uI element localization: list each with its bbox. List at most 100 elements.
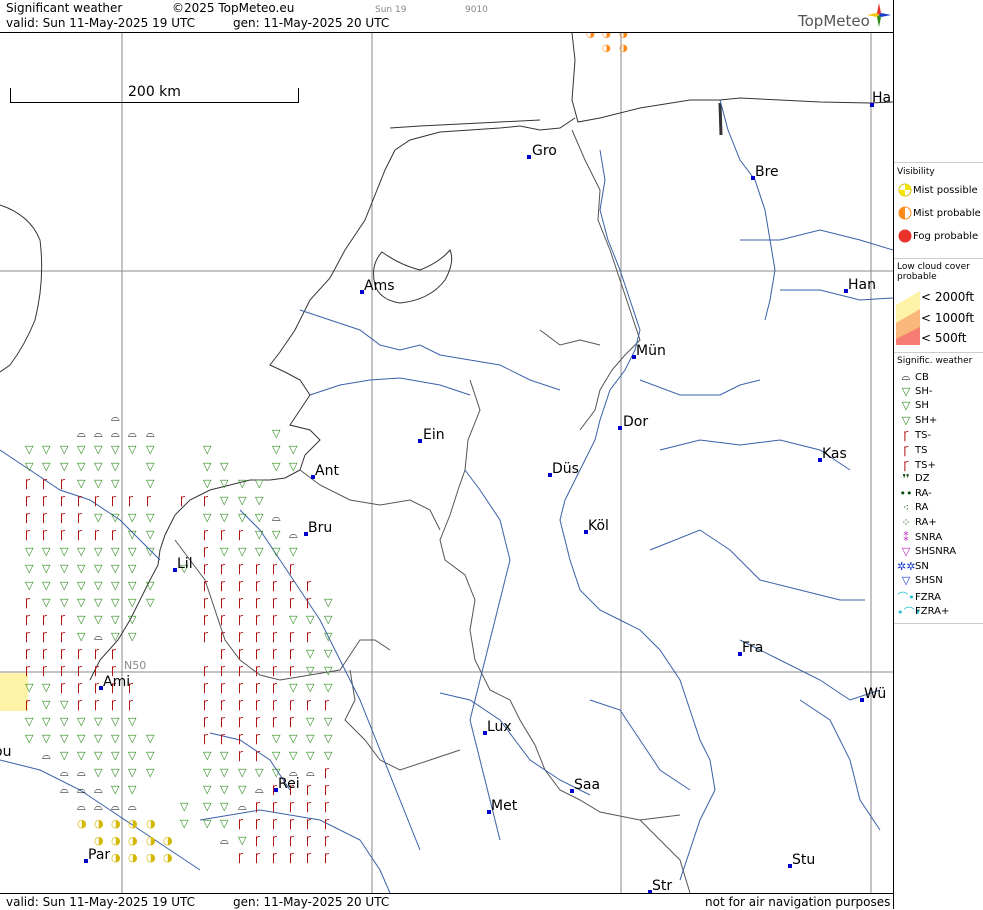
- thunderstorm-icon: Ꞅ: [42, 494, 48, 507]
- thunderstorm-icon: Ꞅ: [60, 681, 66, 694]
- thunderstorm-icon: Ꞅ: [255, 817, 261, 830]
- shower-icon: ▽: [220, 749, 229, 762]
- shower-icon: ▽: [220, 545, 229, 558]
- shower-icon: ▽: [60, 698, 69, 711]
- shower-icon: ▽: [77, 613, 86, 626]
- thunderstorm-icon: Ꞅ: [238, 630, 244, 643]
- legend-ts-: Ꞅ TS+: [897, 458, 936, 473]
- thunderstorm-icon: Ꞅ: [272, 681, 278, 694]
- cb-icon: ⌓: [94, 800, 103, 813]
- legend-mist-probable: Mist probable: [897, 206, 981, 220]
- cb-icon: ⌓: [77, 783, 86, 796]
- shower-icon: ▽: [94, 766, 103, 779]
- shower-icon: ▽: [77, 715, 86, 728]
- thunderstorm-icon: Ꞅ: [255, 596, 261, 609]
- thunderstorm-icon: Ꞅ: [60, 630, 66, 643]
- thunderstorm-icon: Ꞅ: [238, 664, 244, 677]
- thunderstorm-icon: Ꞅ: [255, 834, 261, 847]
- thunderstorm-icon: Ꞅ: [324, 800, 330, 813]
- shower-icon: ▽: [289, 681, 298, 694]
- legend-panel: Visibility Mist possible Mist probable F…: [893, 0, 983, 909]
- shower-icon: ▽: [203, 749, 212, 762]
- graticule: [0, 33, 893, 893]
- low-cloud-title: Low cloud cover probable: [897, 262, 970, 282]
- thunderstorm-icon: Ꞅ: [128, 698, 134, 711]
- map-area[interactable]: 200 km N50 ⌓ ⌓ ⌓ ⌓ ⌓ ⌓ ▽ ▽ ▽ ▽ ▽ ▽ ▽ ▽ ▽ ▽ ▽ ▽ ▽ ▽ ▽ ▽ ▽ ▽ ▽ ▽ ▽ ▽ ▽…: [0, 33, 893, 893]
- thunderstorm-icon: Ꞅ: [238, 613, 244, 626]
- shower-icon: ▽: [94, 732, 103, 745]
- drizzle-icon: ❜❜: [902, 472, 910, 486]
- legend-sh: ▽ SH: [897, 399, 929, 412]
- thunderstorm-icon: Ꞅ: [324, 834, 330, 847]
- shower-icon: ▽: [324, 732, 333, 745]
- thunderstorm-icon: Ꞅ: [42, 630, 48, 643]
- shower-icon: ▽: [289, 749, 298, 762]
- thunderstorm-icon: Ꞅ: [255, 647, 261, 660]
- thunderstorm-icon: Ꞅ: [255, 562, 261, 575]
- shower-icon: ▽: [77, 596, 86, 609]
- shower-icon: ▽: [324, 647, 333, 660]
- thunderstorm-icon: Ꞅ: [94, 528, 100, 541]
- shower-icon: ▽: [60, 749, 69, 762]
- shower-icon: ▽: [272, 545, 281, 558]
- thunderstorm-icon: Ꞅ: [220, 528, 226, 541]
- shower-icon: ▽: [146, 749, 155, 762]
- shower-icon: ▽: [238, 545, 247, 558]
- shower-icon: ▽: [111, 511, 120, 524]
- thunderstorm-icon: Ꞅ: [238, 749, 244, 762]
- shower-icon: ▽: [42, 443, 51, 456]
- shower-icon: ▽: [146, 528, 155, 541]
- thunderstorm-icon: Ꞅ: [306, 834, 312, 847]
- thunderstorm-icon: Ꞅ: [272, 800, 278, 813]
- mist-possible-icon: ◑: [163, 834, 173, 847]
- snow-rain-icon: ⁑: [903, 530, 909, 544]
- mist-probable-icon: ◑: [586, 33, 595, 40]
- thunderstorm-icon: Ꞅ: [203, 613, 209, 626]
- cb-icon: ⌓: [60, 766, 69, 779]
- thunderstorm-icon: Ꞅ: [77, 494, 83, 507]
- thunderstorm-icon: Ꞅ: [238, 851, 244, 864]
- shower-icon: ▽: [272, 460, 281, 473]
- shower-icon: ▽: [220, 766, 229, 779]
- shower-heavy-icon: ▽: [901, 413, 911, 427]
- compass-icon: [867, 3, 891, 27]
- thunderstorm-icon: Ꞅ: [220, 630, 226, 643]
- shower-icon: ▽: [128, 528, 137, 541]
- legend-label: FZRA+: [915, 606, 950, 618]
- thunderstorm-icon: Ꞅ: [289, 664, 295, 677]
- thunderstorm-icon: Ꞅ: [203, 494, 209, 507]
- shower-icon: ▽: [128, 443, 137, 456]
- mist-possible-icon: ◑: [146, 817, 156, 830]
- shower-icon: ▽: [60, 596, 69, 609]
- legend-fog-probable: Fog probable: [897, 229, 978, 243]
- cb-icon: ⌓: [94, 783, 103, 796]
- thunderstorm-icon: Ꞅ: [238, 715, 244, 728]
- thunderstorm-icon: Ꞅ: [25, 528, 31, 541]
- thunderstorm-icon: Ꞅ: [60, 477, 66, 490]
- thunderstorm-icon: Ꞅ: [238, 528, 244, 541]
- shower-icon: ▽: [25, 715, 34, 728]
- legend-shsn: ▽ SHSN: [897, 574, 943, 587]
- thunderstorm-icon: Ꞅ: [255, 732, 261, 745]
- copyright: ©2025 TopMeteo.eu: [172, 1, 295, 15]
- shower-icon: ▽: [42, 698, 51, 711]
- legend-ra: ⁖ RA: [897, 501, 929, 514]
- thunderstorm-icon: Ꞅ: [128, 494, 134, 507]
- shower-icon: ▽: [42, 579, 51, 592]
- shower-icon: ▽: [128, 562, 137, 575]
- shower-icon: ▽: [111, 749, 120, 762]
- cb-icon: ⌓: [111, 427, 120, 440]
- thunderstorm-icon: Ꞅ: [255, 800, 261, 813]
- shower-icon: ▽: [128, 596, 137, 609]
- shower-icon: ▽: [111, 545, 120, 558]
- cb-icon: ⌓: [128, 427, 137, 440]
- shower-icon: ▽: [25, 443, 34, 456]
- shower-snow-icon: ▽: [901, 574, 911, 588]
- shower-icon: ▽: [238, 783, 247, 796]
- shower-icon: ▽: [77, 749, 86, 762]
- cb-icon: ⌓: [111, 411, 120, 424]
- thunderstorm-icon: Ꞅ: [255, 681, 261, 694]
- generated-time: gen: 11-May-2025 20 UTC: [233, 16, 390, 30]
- legend-label: RA-: [915, 487, 932, 499]
- shower-icon: ▽: [25, 545, 34, 558]
